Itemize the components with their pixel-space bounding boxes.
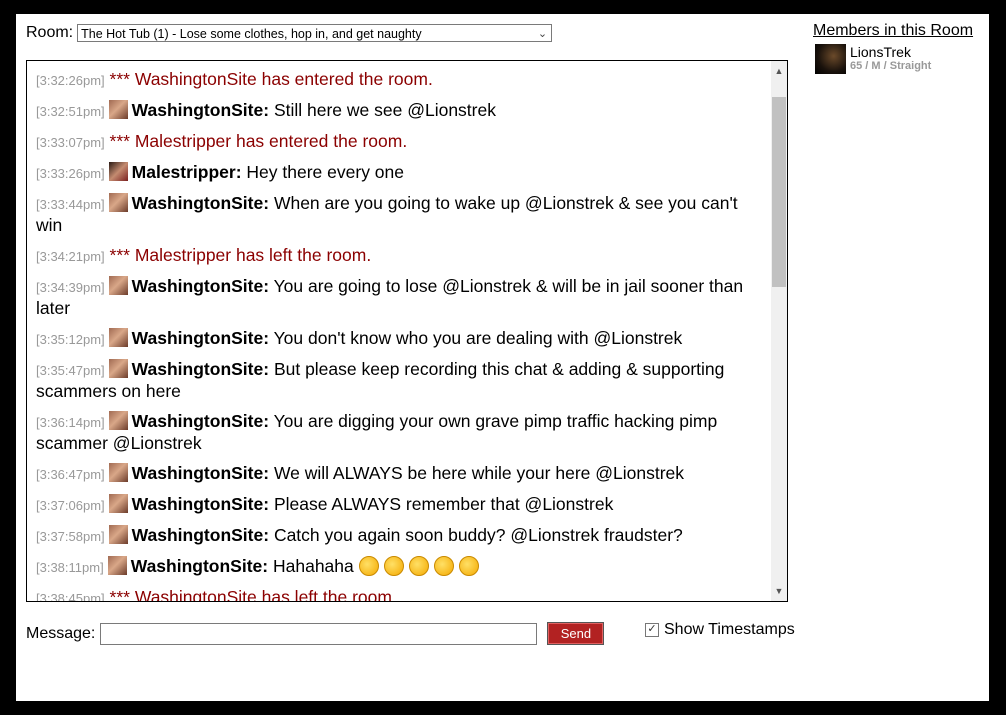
message-nick[interactable]: WashingtonSite: xyxy=(132,328,269,348)
message-nick[interactable]: WashingtonSite: xyxy=(132,359,269,379)
message-nick[interactable]: WashingtonSite: xyxy=(132,494,269,514)
avatar[interactable] xyxy=(108,494,128,513)
system-message-text: *** Malestripper has left the room. xyxy=(109,245,372,265)
avatar[interactable] xyxy=(108,193,128,212)
chat-message: [3:33:26pm] Malestripper: Hey there every… xyxy=(36,162,758,184)
message-timestamp: [3:33:26pm] xyxy=(36,166,105,181)
send-button[interactable]: Send xyxy=(547,622,605,645)
message-nick[interactable]: WashingtonSite: xyxy=(132,100,269,120)
avatar[interactable] xyxy=(815,44,846,74)
message-nick[interactable]: WashingtonSite: xyxy=(132,463,269,483)
chat-window: Room: The Hot Tub (1) - Lose some clothe… xyxy=(16,14,989,701)
room-label: Room: xyxy=(26,24,74,41)
chat-message: [3:36:47pm] WashingtonSite: We will ALWAY… xyxy=(36,463,758,485)
system-message: [3:33:07pm] *** Malestripper has entered… xyxy=(36,131,758,153)
message-text: Hahahaha xyxy=(272,556,354,576)
laughing-emoji-icon xyxy=(408,556,429,576)
show-timestamps-label: Show Timestamps xyxy=(664,621,795,638)
message-text: Please ALWAYS remember that @Lionstrek xyxy=(273,494,614,514)
scroll-down-icon[interactable]: ▼ xyxy=(771,583,787,599)
message-timestamp: [3:38:45pm] xyxy=(36,591,105,602)
avatar[interactable] xyxy=(107,556,127,575)
message-input[interactable] xyxy=(100,622,538,645)
message-text: Hey there every one xyxy=(246,162,405,182)
message-nick[interactable]: WashingtonSite: xyxy=(131,556,268,576)
system-message-text: *** Malestripper has entered the room. xyxy=(109,131,408,151)
message-timestamp: [3:33:44pm] xyxy=(36,197,105,212)
message-nick[interactable]: Malestripper: xyxy=(132,162,242,182)
scrollbar-thumb[interactable] xyxy=(772,97,786,287)
message-timestamp: [3:35:47pm] xyxy=(36,363,105,378)
chat-message: [3:35:47pm] WashingtonSite: But please ke… xyxy=(36,359,758,402)
message-timestamp: [3:37:06pm] xyxy=(36,498,105,513)
member-info: 65 / M / Straight xyxy=(850,60,932,72)
system-message-text: *** WashingtonSite has entered the room. xyxy=(109,69,433,89)
avatar[interactable] xyxy=(108,525,128,544)
message-nick[interactable]: WashingtonSite: xyxy=(132,276,269,296)
room-select[interactable]: The Hot Tub (1) - Lose some clothes, hop… xyxy=(77,24,553,42)
message-text: Catch you again soon buddy? @Lionstrek f… xyxy=(273,525,683,545)
avatar[interactable] xyxy=(108,100,128,119)
message-text: We will ALWAYS be here while your here @… xyxy=(273,463,685,483)
chat-message: [3:36:14pm] WashingtonSite: You are diggi… xyxy=(36,411,758,454)
message-timestamp: [3:32:51pm] xyxy=(36,104,105,119)
members-title: Members in this Room xyxy=(813,22,974,39)
message-text: Still here we see @Lionstrek xyxy=(273,100,496,120)
checkbox-icon[interactable]: ✓ xyxy=(645,623,659,637)
show-timestamps-toggle[interactable]: ✓ Show Timestamps xyxy=(645,621,795,639)
avatar[interactable] xyxy=(108,328,128,347)
chat-message: [3:32:51pm] WashingtonSite: Still here we… xyxy=(36,100,758,122)
message-text: You don't know who you are dealing with … xyxy=(273,328,683,348)
scrollbar[interactable]: ▲ ▼ xyxy=(771,61,787,601)
room-select-value: The Hot Tub (1) - Lose some clothes, hop… xyxy=(81,27,422,41)
message-list: [3:32:26pm] *** WashingtonSite has enter… xyxy=(36,69,758,602)
system-message: [3:32:26pm] *** WashingtonSite has enter… xyxy=(36,69,758,91)
scroll-up-icon[interactable]: ▲ xyxy=(771,63,787,79)
chat-message: [3:37:06pm] WashingtonSite: Please ALWAYS… xyxy=(36,494,758,516)
avatar[interactable] xyxy=(108,359,128,378)
system-message-text: *** WashingtonSite has left the room. xyxy=(109,587,397,602)
chat-message: [3:38:11pm] WashingtonSite: Hahahaha xyxy=(36,556,758,578)
system-message: [3:34:21pm] *** Malestripper has left th… xyxy=(36,245,758,267)
laughing-emoji-icon xyxy=(458,556,479,576)
avatar[interactable] xyxy=(108,276,128,295)
avatar[interactable] xyxy=(108,463,128,482)
room-row: Room: The Hot Tub (1) - Lose some clothe… xyxy=(26,23,553,43)
avatar[interactable] xyxy=(108,411,128,430)
chat-message: [3:35:12pm] WashingtonSite: You don't kno… xyxy=(36,328,758,350)
system-message: [3:38:45pm] *** WashingtonSite has left … xyxy=(36,587,758,602)
message-timestamp: [3:33:07pm] xyxy=(36,135,105,150)
chevron-down-icon: ⌄ xyxy=(537,28,548,40)
message-timestamp: [3:35:12pm] xyxy=(36,332,105,347)
chat-message: [3:37:58pm] WashingtonSite: Catch you aga… xyxy=(36,525,758,547)
avatar[interactable] xyxy=(108,162,128,181)
chat-log[interactable]: [3:32:26pm] *** WashingtonSite has enter… xyxy=(26,60,788,602)
composer: Message: Send xyxy=(26,622,605,645)
chat-message: [3:33:44pm] WashingtonSite: When are you … xyxy=(36,193,758,236)
member-name[interactable]: LionsTrek xyxy=(850,44,931,60)
message-nick[interactable]: WashingtonSite: xyxy=(132,525,269,545)
message-timestamp: [3:37:58pm] xyxy=(36,529,105,544)
message-label: Message: xyxy=(26,624,96,642)
chat-message: [3:34:39pm] WashingtonSite: You are going… xyxy=(36,276,758,319)
laughing-emoji-icon xyxy=(358,556,379,576)
message-timestamp: [3:34:39pm] xyxy=(36,280,105,295)
message-timestamp: [3:34:21pm] xyxy=(36,249,105,264)
message-timestamp: [3:36:14pm] xyxy=(36,415,105,430)
message-nick[interactable]: WashingtonSite: xyxy=(132,193,269,213)
laughing-emoji-icon xyxy=(433,556,454,576)
member-item[interactable]: LionsTrek 65 / M / Straight xyxy=(815,44,931,74)
laughing-emoji-icon xyxy=(383,556,404,576)
message-timestamp: [3:36:47pm] xyxy=(36,467,105,482)
message-timestamp: [3:38:11pm] xyxy=(36,560,104,575)
message-timestamp: [3:32:26pm] xyxy=(36,73,105,88)
message-nick[interactable]: WashingtonSite: xyxy=(132,411,269,431)
